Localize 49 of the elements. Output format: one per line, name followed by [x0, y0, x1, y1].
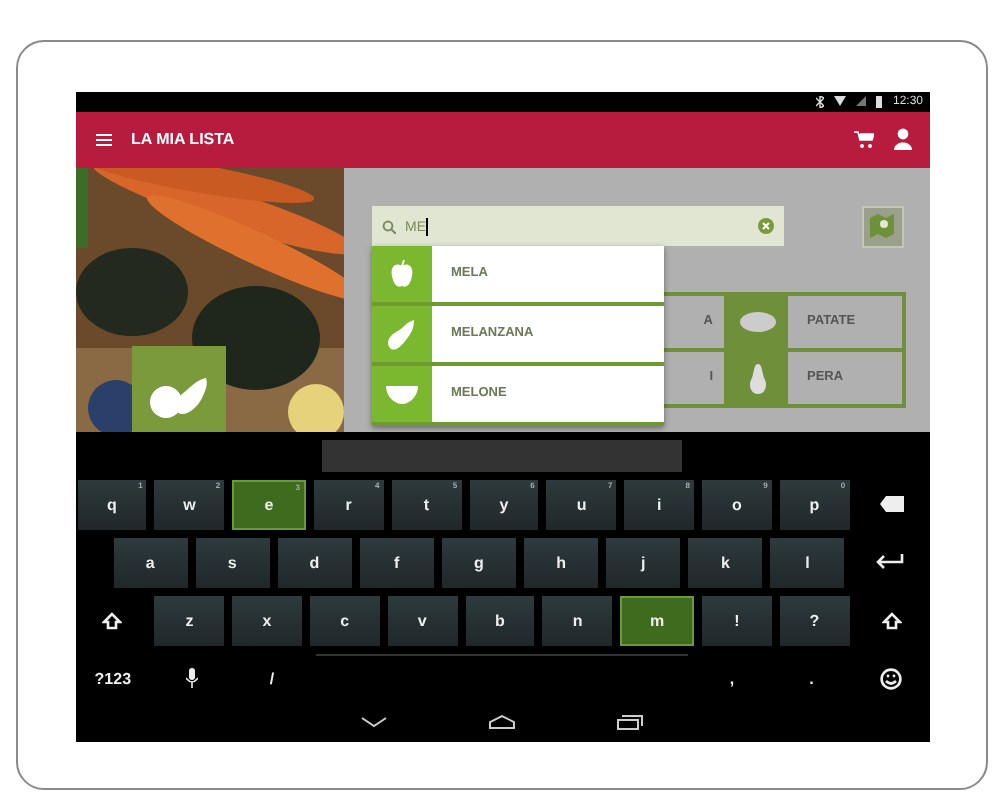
keyboard-key[interactable]: ?123 [77, 653, 149, 704]
home-icon[interactable] [488, 714, 516, 731]
keyboard-key[interactable]: m [620, 595, 694, 646]
keyboard-key[interactable]: s [195, 537, 270, 588]
keyboard-key[interactable]: , [696, 653, 768, 704]
keyboard-key[interactable]: c [309, 595, 380, 646]
keyboard-key[interactable]: k [688, 537, 763, 588]
melon-slice-icon [383, 381, 419, 406]
keyboard-key[interactable]: . [775, 653, 848, 704]
bluetooth-icon [816, 95, 825, 108]
microphone-icon [186, 668, 199, 689]
enter-icon [875, 554, 904, 571]
shift-icon [882, 611, 903, 630]
search-icon [381, 219, 395, 234]
signal-icon [856, 96, 867, 107]
keyboard-key[interactable]: j [606, 537, 681, 588]
shift-icon [101, 611, 122, 630]
clear-icon[interactable] [757, 218, 773, 235]
pear-icon [745, 359, 769, 396]
eggplant-icon [383, 315, 419, 352]
recents-icon[interactable] [616, 714, 644, 731]
map-pin-icon [870, 214, 894, 239]
keyboard-key[interactable]: v [387, 595, 458, 646]
keyboard-key[interactable]: a [113, 537, 188, 588]
keyboard-key[interactable]: ! [702, 595, 772, 646]
keyboard-key[interactable]: h [523, 537, 599, 588]
keyboard-key[interactable]: l [770, 537, 845, 588]
menu-icon[interactable] [95, 133, 111, 146]
user-icon[interactable] [893, 128, 911, 151]
potato-icon [737, 309, 777, 334]
keyboard-key[interactable]: f [359, 537, 434, 588]
wifi-icon [834, 96, 847, 107]
app-title: LA MIA LISTA [131, 130, 237, 149]
vegetables-icon [146, 373, 210, 418]
keyboard-key[interactable]: d [277, 537, 352, 588]
smiley-icon [880, 667, 903, 690]
cart-icon[interactable] [853, 130, 873, 149]
backspace-icon [880, 496, 905, 513]
keyboard-key[interactable]: g [441, 537, 516, 588]
keyboard-key[interactable]: n [542, 595, 613, 646]
keyboard-key[interactable]: b [465, 595, 535, 646]
back-icon[interactable] [360, 716, 388, 729]
map-button[interactable] [861, 205, 903, 248]
keyboard-key[interactable]: x [232, 595, 302, 646]
keyboard-key[interactable]: / [236, 653, 308, 704]
keyboard-key[interactable]: z [154, 595, 225, 646]
category-tile[interactable] [131, 345, 225, 432]
battery-icon [876, 95, 883, 108]
keyboard-key[interactable]: ? [779, 595, 850, 646]
